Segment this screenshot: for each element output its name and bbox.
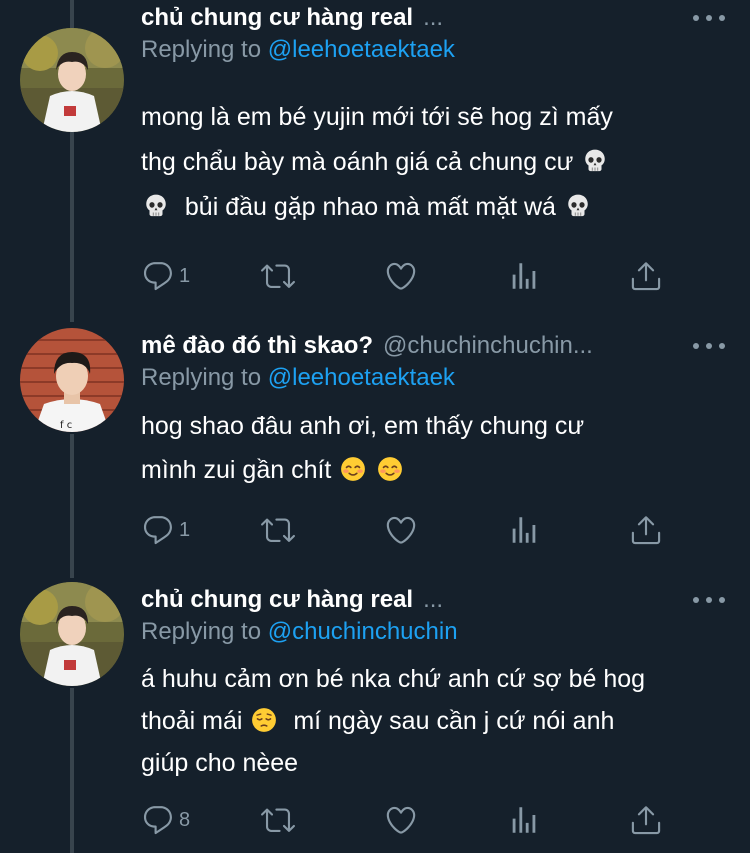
tweet-text-line-text: mí ngày sau cần j cứ nói anh <box>293 707 615 735</box>
tweet-text-line-text: thg chẩu bày mà oánh giá cả chung cư <box>141 148 574 176</box>
reply-icon <box>141 513 175 547</box>
tweet-text: á huhu cảm ơn bé nka chứ anh cứ sợ bé ho… <box>141 658 701 784</box>
replying-prefix: Replying to <box>141 618 262 645</box>
username[interactable]: @chuchinchuchin... <box>383 332 593 360</box>
analytics-button[interactable] <box>507 256 541 296</box>
analytics-icon <box>507 259 541 293</box>
tweet-text-line: giúp cho nèee <box>141 749 299 777</box>
mention-link[interactable]: @leehoetaektaek <box>268 36 455 63</box>
like-button[interactable] <box>384 256 418 296</box>
tweet-text-line-text: mình zui gần chít <box>141 456 332 484</box>
tweet-header: chủ chung cư hàng real ... <box>141 0 686 36</box>
replying-to: Replying to @chuchinchuchin <box>141 618 458 646</box>
share-icon <box>629 259 663 293</box>
tweet[interactable]: chủ chung cư hàng real ... Replying to @… <box>0 0 750 300</box>
like-button[interactable] <box>384 510 418 550</box>
skull-emoji <box>582 148 608 174</box>
retweet-button[interactable] <box>261 800 295 840</box>
share-button[interactable] <box>629 510 663 550</box>
replying-to: Replying to @leehoetaektaek <box>141 36 455 64</box>
analytics-icon <box>507 803 541 837</box>
tweet-text-line: thoải mái mí ngày sau cần j cứ nói anh <box>141 700 701 742</box>
analytics-button[interactable] <box>507 800 541 840</box>
tweet-text-line: á huhu cảm ơn bé nka chứ anh cứ sợ bé ho… <box>141 665 646 693</box>
svg-text:f c: f c <box>60 420 72 431</box>
tweet-text-line-text: bủi đầu gặp nhao mà mất mặt wá <box>184 193 556 221</box>
tweet-text-line: bủi đầu gặp nhao mà mất mặt wá <box>141 185 701 230</box>
avatar[interactable]: f c <box>20 328 124 432</box>
reply-icon <box>141 259 175 293</box>
tweet-actions: 8 <box>141 800 671 840</box>
heart-icon <box>384 259 418 293</box>
more-options-icon[interactable] <box>693 8 725 28</box>
reply-icon <box>141 803 175 837</box>
tweet-actions: 1 <box>141 510 671 550</box>
skull-emoji <box>143 193 169 219</box>
more-options-icon[interactable] <box>693 336 725 356</box>
like-button[interactable] <box>384 800 418 840</box>
share-icon <box>629 803 663 837</box>
tweet-header: mê đào đó thì skao? @chuchinchuchin... <box>141 328 686 364</box>
tweet-actions: 1 <box>141 256 671 296</box>
more-options-icon[interactable] <box>693 590 725 610</box>
retweet-button[interactable] <box>261 510 295 550</box>
smiling-face-emoji <box>377 456 403 482</box>
reply-button[interactable]: 1 <box>141 256 190 296</box>
tweet[interactable]: chủ chung cư hàng real ... Replying to @… <box>0 582 750 853</box>
tweet-text: hog shao đâu anh ơi, em thấy chung cư mì… <box>141 404 701 492</box>
tweet[interactable]: f c mê đào đó thì skao? @chuchinchuchin.… <box>0 328 750 578</box>
avatar[interactable] <box>20 28 124 132</box>
tweet-header: chủ chung cư hàng real ... <box>141 582 686 618</box>
reply-button[interactable]: 8 <box>141 800 190 840</box>
tweet-text-line: mong là em bé yujin mới tới sẽ hog zì mấ… <box>141 103 613 131</box>
tweet-text-line: mình zui gần chít <box>141 448 701 492</box>
mention-link[interactable]: @leehoetaektaek <box>268 364 455 391</box>
retweet-icon <box>261 259 295 293</box>
avatar[interactable] <box>20 582 124 686</box>
username[interactable]: ... <box>423 586 443 614</box>
pensive-face-emoji <box>251 707 277 733</box>
tweet-text-line-text: thoải mái <box>141 707 243 735</box>
analytics-button[interactable] <box>507 510 541 550</box>
replying-to: Replying to @leehoetaektaek <box>141 364 455 392</box>
replying-prefix: Replying to <box>141 36 262 63</box>
analytics-icon <box>507 513 541 547</box>
share-icon <box>629 513 663 547</box>
reply-button[interactable]: 1 <box>141 510 190 550</box>
replying-prefix: Replying to <box>141 364 262 391</box>
heart-icon <box>384 513 418 547</box>
retweet-button[interactable] <box>261 256 295 296</box>
skull-emoji <box>565 193 591 219</box>
mention-link[interactable]: @chuchinchuchin <box>268 618 458 645</box>
username[interactable]: ... <box>423 4 443 32</box>
share-button[interactable] <box>629 256 663 296</box>
retweet-icon <box>261 803 295 837</box>
retweet-icon <box>261 513 295 547</box>
reply-count: 8 <box>179 808 191 831</box>
display-name[interactable]: chủ chung cư hàng real <box>141 586 413 614</box>
tweet-text: mong là em bé yujin mới tới sẽ hog zì mấ… <box>141 95 701 230</box>
tweet-text-line: hog shao đâu anh ơi, em thấy chung cư <box>141 412 585 440</box>
tweet-text-line: thg chẩu bày mà oánh giá cả chung cư <box>141 140 701 185</box>
reply-count: 1 <box>179 518 191 541</box>
smiling-face-emoji <box>340 456 366 482</box>
display-name[interactable]: chủ chung cư hàng real <box>141 4 413 32</box>
share-button[interactable] <box>629 800 663 840</box>
display-name[interactable]: mê đào đó thì skao? <box>141 332 373 360</box>
reply-count: 1 <box>179 264 191 287</box>
heart-icon <box>384 803 418 837</box>
